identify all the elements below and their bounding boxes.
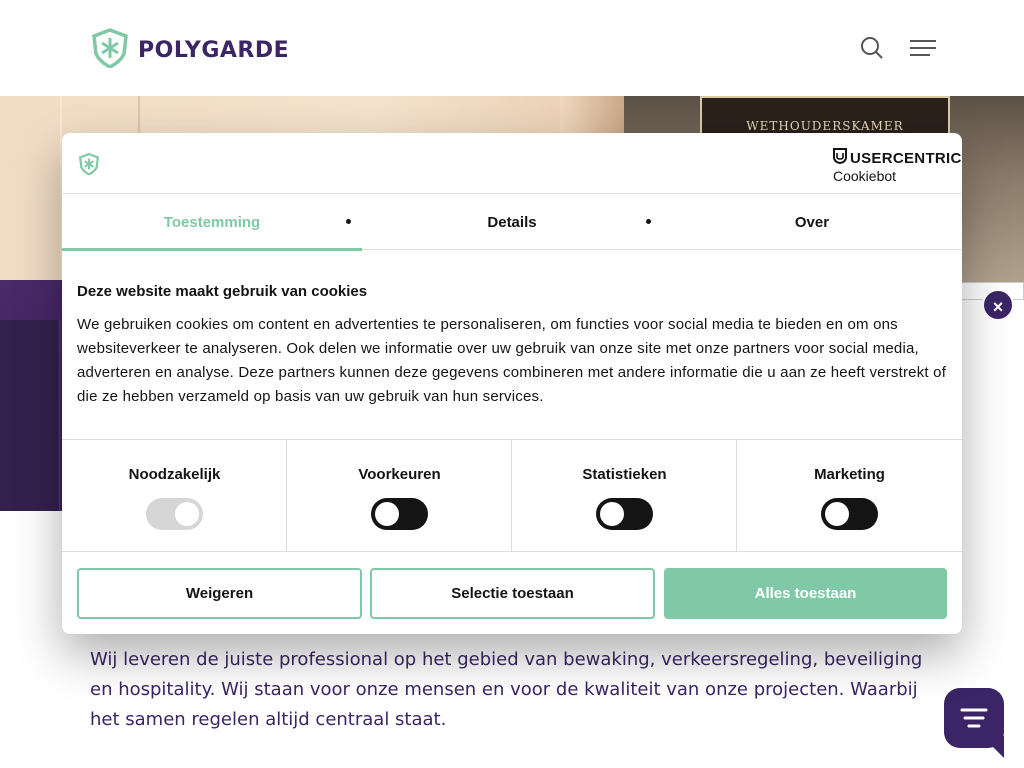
logo[interactable]: POLYGARDE bbox=[90, 28, 289, 73]
category-statistieken: Statistieken bbox=[512, 440, 737, 552]
category-marketing: Marketing bbox=[737, 440, 962, 552]
shield-logo-icon bbox=[90, 28, 130, 73]
toggle-marketing[interactable] bbox=[821, 498, 878, 530]
cookie-consent-dialog: USERCENTRICS Cookiebot Toestemming Detai… bbox=[62, 133, 962, 634]
allow-selection-button[interactable]: Selectie toestaan bbox=[370, 568, 655, 619]
search-icon[interactable] bbox=[860, 36, 884, 60]
allow-all-button[interactable]: Alles toestaan bbox=[664, 568, 947, 619]
tab-separator-dot bbox=[346, 219, 351, 224]
category-label: Noodzakelijk bbox=[128, 466, 221, 483]
consent-content: Deze website maakt gebruik van cookies W… bbox=[77, 283, 947, 409]
hero-sign: WETHOUDERSKAMER bbox=[700, 96, 950, 136]
page: POLYGARDE WETHOUDERSKAMER Wij leveren de… bbox=[0, 0, 1024, 768]
tab-details[interactable]: Details bbox=[362, 194, 662, 250]
category-label: Voorkeuren bbox=[358, 466, 441, 483]
close-icon[interactable]: × bbox=[982, 289, 1014, 321]
consent-text: We gebruiken cookies om content en adver… bbox=[77, 316, 947, 405]
tab-toestemming[interactable]: Toestemming bbox=[62, 194, 362, 251]
category-noodzakelijk: Noodzakelijk bbox=[62, 440, 287, 552]
provider-name: USERCENTRICS bbox=[850, 149, 962, 167]
hamburger-menu-icon[interactable] bbox=[910, 38, 936, 58]
provider-subtitle: Cookiebot bbox=[833, 168, 897, 184]
consent-buttons: Weigeren Selectie toestaan Alles toestaa… bbox=[77, 568, 947, 620]
dialog-tabs: Toestemming Details Over bbox=[62, 194, 962, 251]
toggle-knob bbox=[175, 502, 199, 526]
cookiebot-brand[interactable]: USERCENTRICS Cookiebot bbox=[833, 148, 962, 184]
intro-paragraph: Wij leveren de juiste professional op he… bbox=[90, 649, 923, 730]
consent-heading: Deze website maakt gebruik van cookies bbox=[77, 283, 368, 300]
tab-over[interactable]: Over bbox=[662, 194, 962, 250]
toggle-statistieken[interactable] bbox=[596, 498, 653, 530]
chat-icon bbox=[960, 707, 988, 734]
toggle-voorkeuren[interactable] bbox=[371, 498, 428, 530]
toggle-noodzakelijk bbox=[146, 498, 203, 530]
chat-widget-button[interactable] bbox=[944, 688, 1004, 758]
category-label: Marketing bbox=[814, 466, 885, 483]
toggle-knob bbox=[825, 502, 849, 526]
toggle-knob bbox=[375, 502, 399, 526]
category-label: Statistieken bbox=[582, 466, 667, 483]
tab-separator-dot bbox=[646, 219, 651, 224]
site-header: POLYGARDE bbox=[0, 0, 1024, 96]
shield-logo-icon bbox=[78, 152, 100, 180]
dialog-header: USERCENTRICS Cookiebot bbox=[62, 133, 962, 194]
consent-categories: Noodzakelijk Voorkeuren Statistieken Mar… bbox=[62, 439, 962, 552]
door-shape bbox=[0, 320, 60, 511]
usercentrics-shield-icon bbox=[833, 148, 847, 168]
category-voorkeuren: Voorkeuren bbox=[287, 440, 512, 552]
toggle-knob bbox=[600, 502, 624, 526]
reject-button[interactable]: Weigeren bbox=[77, 568, 362, 619]
brand-name: POLYGARDE bbox=[138, 38, 290, 63]
